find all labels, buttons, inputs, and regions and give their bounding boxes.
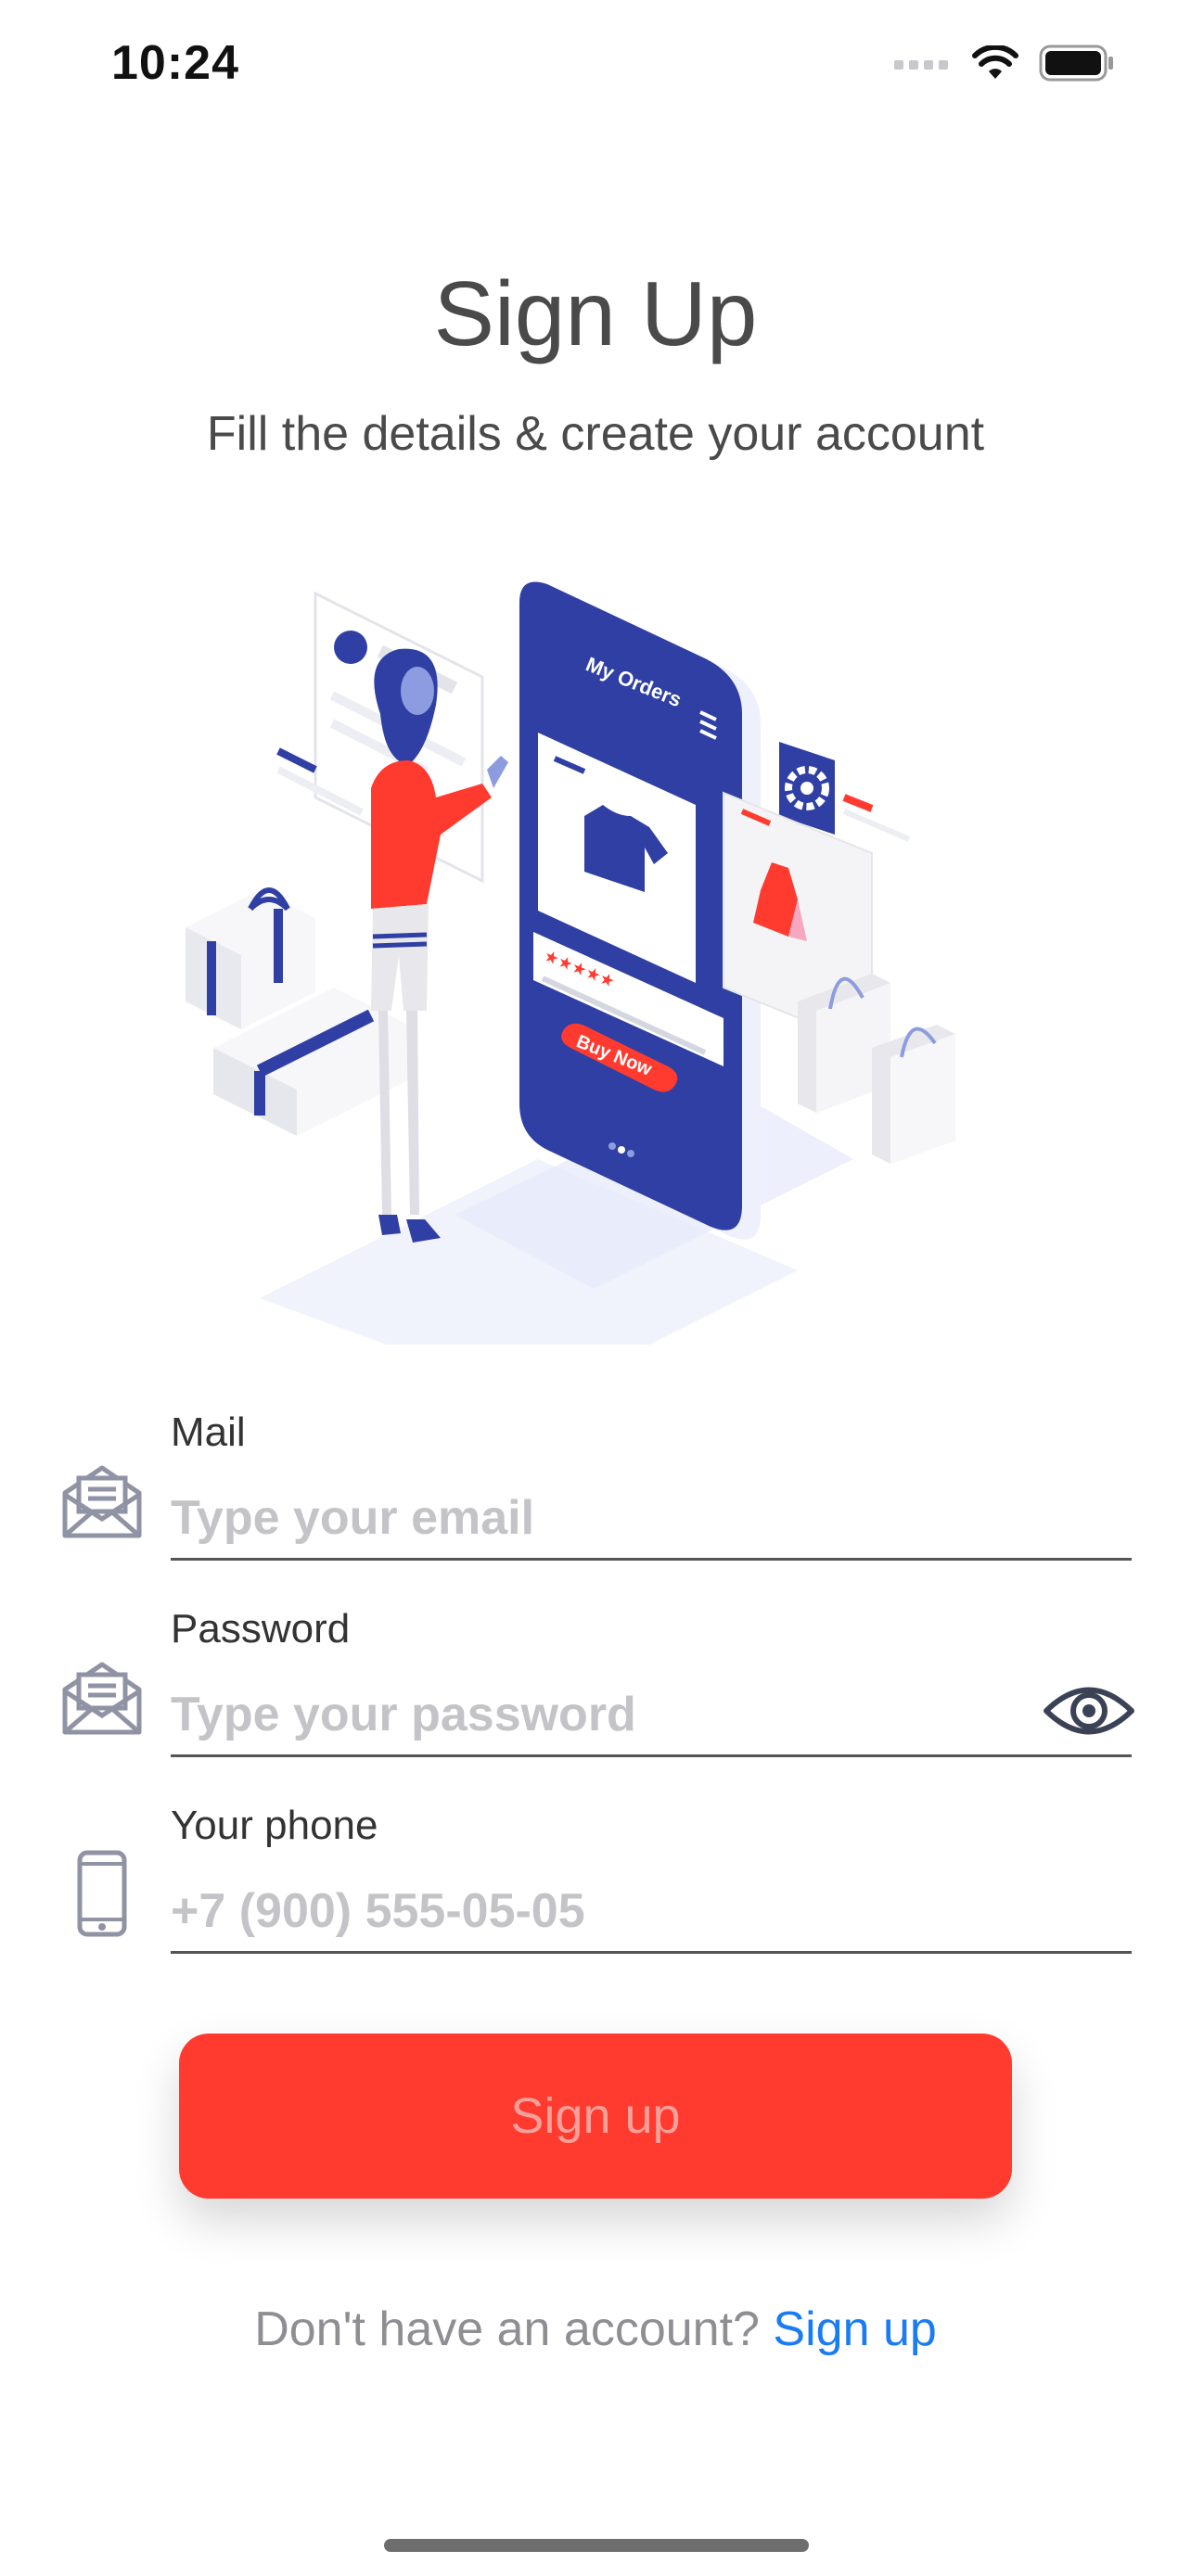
signup-link[interactable]: Sign up (773, 2302, 936, 2356)
phone-input[interactable] (171, 1877, 1005, 1945)
phone-icon (77, 1850, 127, 1937)
battery-icon (1039, 45, 1113, 82)
status-time: 10:24 (111, 36, 239, 90)
shopping-illustration: My Orders ★★★★★ Buy Now (186, 581, 955, 1345)
signal-icon (894, 60, 948, 70)
shopping-bags-icon (798, 974, 955, 1164)
wifi-icon (972, 45, 1018, 79)
signup-prompt: Don't have an account? Sign up (0, 2302, 1191, 2357)
eye-icon[interactable] (1043, 1678, 1135, 1743)
mail-underline (171, 1558, 1132, 1561)
signup-button[interactable]: Sign up (179, 2034, 1012, 2199)
home-indicator[interactable] (384, 2539, 809, 2552)
mail-icon (62, 1465, 142, 1538)
signup-screen: 10:24 Sign Up Fill the details & create … (0, 0, 1191, 2576)
password-underline (171, 1754, 1132, 1757)
password-field: Password (0, 1606, 1191, 1773)
mail-icon (62, 1662, 142, 1735)
phone-label: Your phone (171, 1803, 378, 1848)
phone-underline (171, 1951, 1132, 1954)
phone-field: Your phone (0, 1803, 1191, 1970)
page-subtitle: Fill the details & create your account (206, 407, 985, 461)
password-input[interactable] (171, 1680, 1024, 1749)
password-label: Password (171, 1606, 351, 1651)
status-icons (894, 45, 1115, 82)
signup-prompt-text: Don't have an account? (254, 2302, 760, 2356)
mail-label: Mail (171, 1409, 246, 1455)
mail-field: Mail (0, 1409, 1191, 1576)
page-title: Sign Up (433, 262, 758, 364)
status-bar: 10:24 (0, 0, 1191, 130)
email-input[interactable] (171, 1484, 1005, 1552)
